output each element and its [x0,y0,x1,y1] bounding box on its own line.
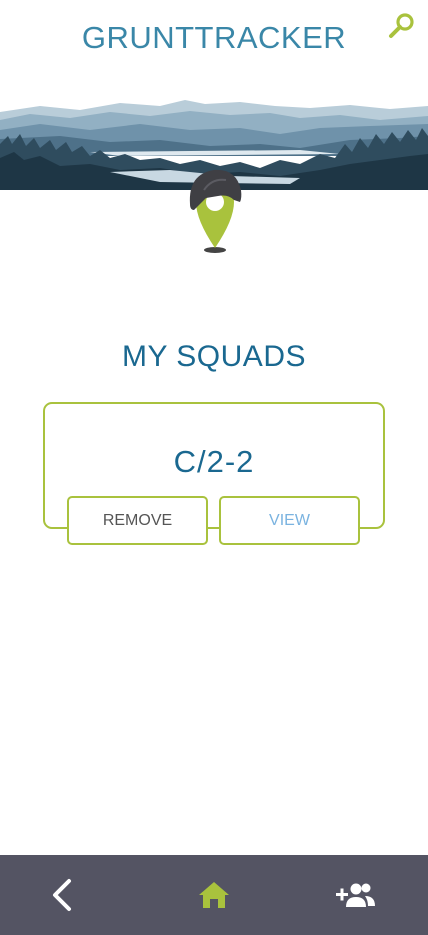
remove-button[interactable]: REMOVE [67,496,208,545]
back-button[interactable] [40,873,84,917]
helmet-location-pin-logo [184,168,244,256]
home-icon [199,882,229,908]
home-button[interactable] [192,873,236,917]
search-icon [389,13,414,38]
section-title: MY SQUADS [122,340,306,373]
bottom-navigation-bar [0,855,428,935]
chevron-left-icon [53,879,71,911]
app-header: GRUNTTRACKER [0,0,428,80]
add-user-button[interactable] [334,873,378,917]
location-pin-icon [189,169,242,253]
view-button[interactable]: VIEW [219,496,360,545]
squad-name: C/2-2 [173,444,255,479]
search-button[interactable] [386,10,418,42]
app-title: GRUNTTRACKER [81,20,347,55]
add-user-icon [336,883,375,907]
